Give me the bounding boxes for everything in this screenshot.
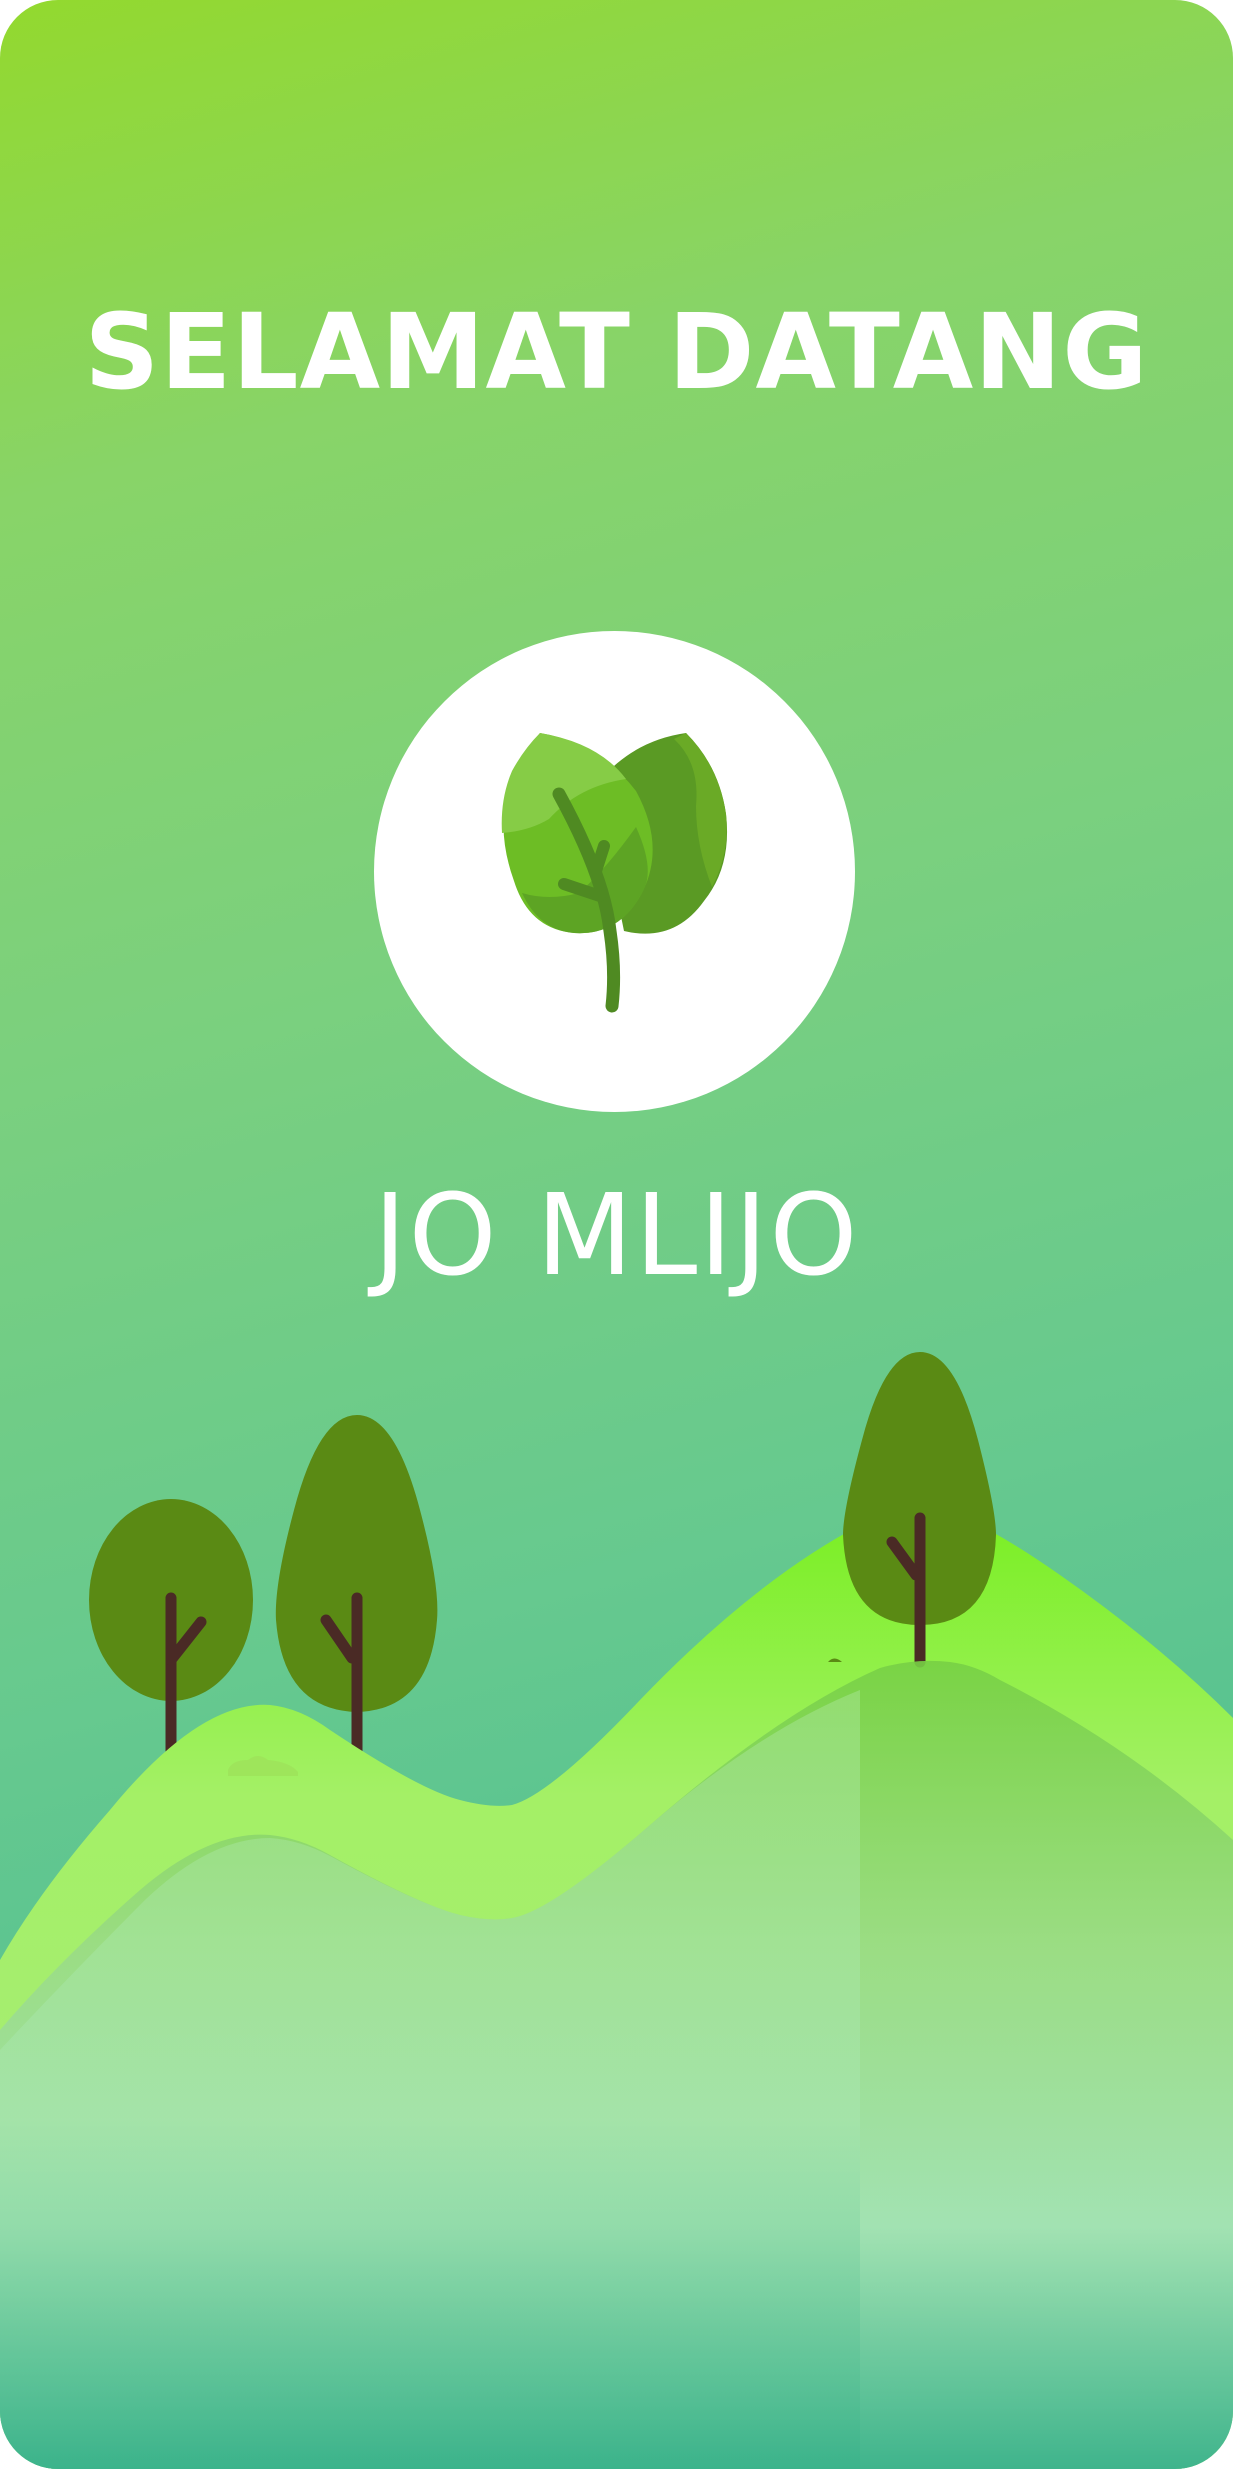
landscape-illustration [0, 1352, 1233, 2469]
splash-screen: SELAMAT DATANG JO MLIJO [0, 0, 1233, 2469]
